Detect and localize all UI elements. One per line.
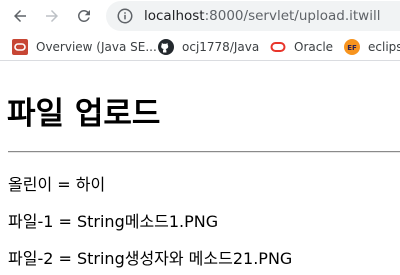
bookmarks-bar: Overview (Java SE... ocj1778/Java Oracle…: [0, 33, 400, 61]
github-icon: [158, 39, 174, 55]
bookmark-github[interactable]: ocj1778/Java: [158, 37, 259, 57]
bookmark-label: eclipse: [368, 40, 400, 54]
browser-toolbar: localhost:8000/servlet/upload.itwill: [0, 0, 400, 33]
eclipse-icon: EF: [344, 39, 360, 55]
forward-arrow-icon: [46, 10, 58, 22]
forward-button[interactable]: [40, 4, 64, 28]
reload-icon: [77, 9, 90, 22]
back-arrow-icon: [14, 10, 26, 22]
file-1-line: 파일-1 = String메소드1.PNG: [8, 212, 219, 231]
bookmark-label: Overview (Java SE...: [36, 40, 157, 54]
bookmark-overview-java[interactable]: Overview (Java SE...: [12, 37, 157, 57]
oracle-java-icon: [12, 39, 28, 55]
bookmark-eclipse[interactable]: EF eclipse: [344, 37, 400, 57]
svg-text:EF: EF: [347, 44, 357, 52]
file-2-line: 파일-2 = String생성자와 메소드21.PNG: [8, 249, 293, 268]
back-button[interactable]: [8, 4, 32, 28]
bookmark-label: Oracle: [294, 40, 334, 54]
oracle-icon: [270, 42, 286, 52]
divider: [8, 151, 400, 153]
uploader-line: 올린이 = 하이: [8, 175, 106, 194]
url-path: :8000/servlet/upload.itwill: [204, 8, 381, 24]
page-title: 파일 업로드: [7, 96, 161, 132]
url-text[interactable]: localhost:8000/servlet/upload.itwill: [144, 8, 380, 24]
bookmark-label: ocj1778/Java: [182, 40, 260, 54]
reload-button[interactable]: [72, 4, 96, 28]
site-info-icon[interactable]: [116, 7, 134, 25]
url-host: localhost: [144, 8, 205, 24]
address-bar[interactable]: localhost:8000/servlet/upload.itwill: [106, 1, 400, 31]
bookmark-oracle[interactable]: Oracle: [270, 37, 333, 57]
